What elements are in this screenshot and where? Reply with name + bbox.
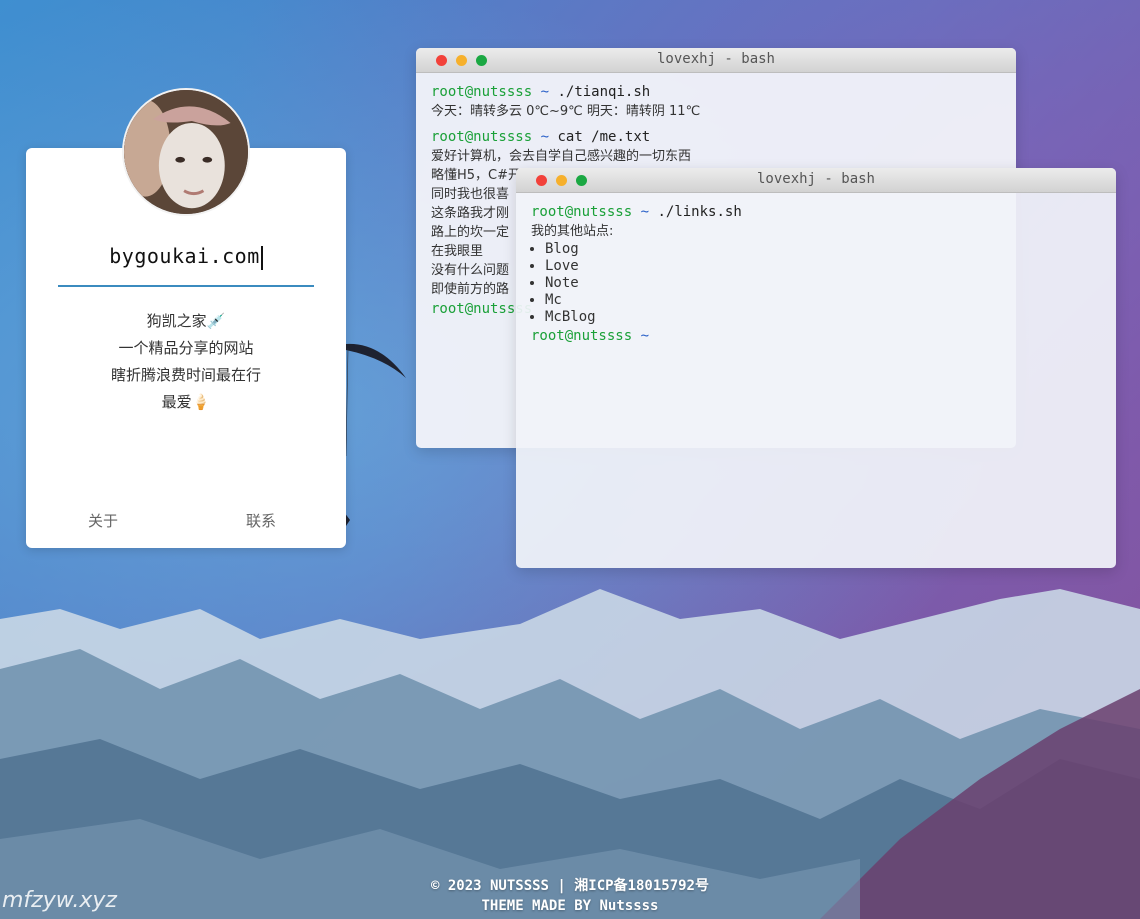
prompt-command: cat /me.txt — [557, 129, 651, 145]
paraglider-silhouette — [342, 343, 406, 526]
site-link-mc[interactable]: Mc — [545, 292, 562, 308]
prompt-command: ./links.sh — [657, 204, 742, 220]
site-links-list: Blog Love Note Mc McBlog — [531, 241, 1101, 326]
bio-line: 狗凯之家💉 — [146, 312, 226, 330]
contact-link[interactable]: 联系 — [246, 510, 276, 531]
prompt-line: root@nutssss ~ cat /me.txt — [431, 127, 1001, 147]
background-mountains — [0, 589, 1140, 919]
prompt-path: ~ — [640, 204, 650, 220]
footer-copyright[interactable]: © 2023 NUTSSSS | 湘ICP备18015792号 — [0, 876, 1140, 896]
about-link[interactable]: 关于 — [88, 510, 118, 531]
prompt-user: root@nutssss — [531, 328, 633, 344]
me-output-line: 爱好计算机，会去自学自己感兴趣的一切东西 — [431, 149, 692, 164]
terminal-titlebar[interactable]: lovexhj - bash — [416, 48, 1016, 73]
site-name-typing: bygoukai.com — [26, 244, 346, 270]
prompt-path: ~ — [540, 129, 550, 145]
terminal-window-links[interactable]: lovexhj - bash root@nutssss ~ ./links.sh… — [516, 168, 1116, 568]
watermark: mfzyw.xyz — [2, 888, 117, 913]
prompt-line: root@nutssss ~ ./tianqi.sh — [431, 82, 1001, 102]
footer: © 2023 NUTSSSS | 湘ICP备18015792号 THEME MA… — [0, 876, 1140, 916]
site-link-note[interactable]: Note — [545, 275, 579, 291]
terminal-titlebar[interactable]: lovexhj - bash — [516, 168, 1116, 193]
links-intro: 我的其他站点: — [531, 224, 614, 239]
terminal-body: root@nutssss ~ ./links.sh 我的其他站点: Blog L… — [516, 193, 1116, 346]
footer-theme-credit: THEME MADE BY Nutssss — [481, 898, 659, 914]
prompt-user: root@nutssss — [431, 129, 533, 145]
list-item: Mc — [545, 292, 1101, 309]
bio: 狗凯之家💉 一个精品分享的网站 瞎折腾浪费时间最在行 最爱🍦 — [26, 308, 346, 416]
site-name-underline — [58, 285, 314, 287]
list-item: Blog — [545, 241, 1101, 258]
terminal-title: lovexhj - bash — [656, 51, 775, 67]
site-name-text: bygoukai.com — [109, 244, 260, 268]
list-item: Love — [545, 258, 1101, 275]
avatar — [122, 88, 250, 216]
prompt-path: ~ — [540, 84, 550, 100]
list-item: Note — [545, 275, 1101, 292]
prompt-command: ./tianqi.sh — [557, 84, 651, 100]
site-link-love[interactable]: Love — [545, 258, 579, 274]
bio-line: 瞎折腾浪费时间最在行 — [110, 366, 261, 384]
prompt-line: root@nutssss ~ ./links.sh — [531, 202, 1101, 222]
list-item: McBlog — [545, 309, 1101, 326]
prompt-user: root@nutssss — [431, 84, 533, 100]
prompt-line: root@nutssss ~ — [531, 326, 1101, 346]
bio-line: 最爱🍦 — [161, 393, 211, 411]
bio-line: 一个精品分享的网站 — [118, 339, 254, 357]
terminal-title: lovexhj - bash — [756, 171, 875, 187]
text-cursor — [260, 245, 263, 270]
weather-output: 今天：晴转多云 0℃~9℃ 明天：晴转阴 11℃ — [431, 104, 701, 119]
prompt-user: root@nutssss — [531, 204, 633, 220]
site-link-blog[interactable]: Blog — [545, 241, 579, 257]
site-link-mcblog[interactable]: McBlog — [545, 309, 596, 325]
prompt-path: ~ — [640, 328, 650, 344]
